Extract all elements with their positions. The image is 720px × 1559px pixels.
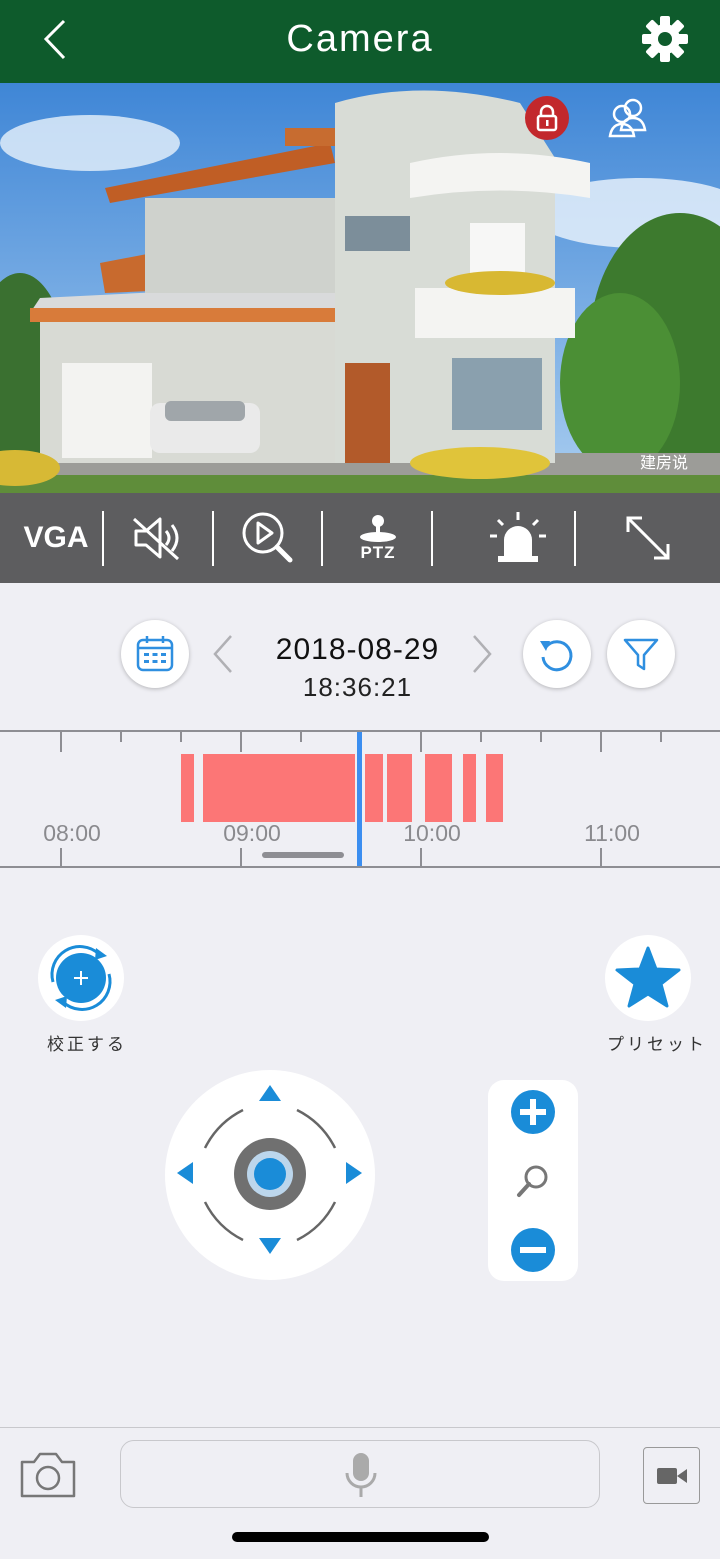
arrow-down-icon[interactable] bbox=[258, 1236, 282, 1256]
timeline-tick bbox=[540, 732, 542, 742]
calibrate-icon bbox=[50, 945, 112, 1011]
camera-toolbar: VGA PTZ bbox=[0, 493, 720, 583]
magnifier-icon bbox=[517, 1165, 548, 1197]
users-icon bbox=[608, 98, 647, 138]
timeline-tick bbox=[240, 848, 242, 868]
recording-timeline[interactable]: 08:00 09:00 10:00 11:00 bbox=[0, 730, 720, 868]
recording-segment[interactable] bbox=[181, 754, 194, 822]
refresh-icon bbox=[540, 640, 573, 672]
playback-time: 18:36:21 bbox=[302, 672, 413, 702]
zoom-in-button[interactable] bbox=[510, 1089, 556, 1140]
fullscreen-button[interactable] bbox=[600, 493, 696, 583]
recording-segment[interactable] bbox=[486, 754, 503, 822]
toolbar-divider bbox=[321, 511, 323, 566]
plus-icon bbox=[511, 1090, 555, 1134]
timeline-tick bbox=[120, 732, 122, 742]
chevron-right-icon bbox=[473, 635, 492, 673]
recording-segment[interactable] bbox=[365, 754, 383, 822]
timeline-label: 10:00 bbox=[403, 820, 461, 846]
timeline-tick bbox=[300, 732, 302, 742]
ptz-button[interactable]: PTZ bbox=[330, 493, 426, 583]
timeline-label: 11:00 bbox=[584, 820, 640, 846]
timeline-tick bbox=[240, 732, 242, 752]
filter-icon bbox=[623, 638, 659, 671]
mute-button[interactable] bbox=[110, 493, 206, 583]
timeline-tick bbox=[660, 732, 662, 742]
lock-icon bbox=[536, 104, 558, 132]
toolbar-divider bbox=[431, 511, 433, 566]
timeline-tick bbox=[60, 732, 62, 752]
playback-date: 2018-08-29 bbox=[275, 633, 440, 666]
back-button[interactable] bbox=[30, 12, 85, 67]
toolbar-divider bbox=[212, 511, 214, 566]
home-indicator bbox=[232, 1532, 489, 1542]
gear-icon bbox=[642, 16, 688, 62]
talk-button[interactable] bbox=[120, 1440, 600, 1508]
filter-button[interactable] bbox=[607, 620, 675, 688]
timeline-tick bbox=[420, 732, 422, 752]
star-icon bbox=[615, 946, 681, 1008]
toolbar-divider bbox=[574, 511, 576, 566]
snapshot-button[interactable] bbox=[18, 1448, 78, 1505]
camera-icon bbox=[20, 1452, 76, 1498]
scroll-handle[interactable] bbox=[262, 852, 344, 858]
recording-segment[interactable] bbox=[425, 754, 452, 822]
recording-segment[interactable] bbox=[203, 754, 355, 822]
house-image bbox=[0, 83, 720, 493]
recording-segment[interactable] bbox=[463, 754, 476, 822]
timeline-tick bbox=[600, 848, 602, 868]
calibrate-button[interactable] bbox=[38, 935, 124, 1021]
page-title: Camera bbox=[286, 18, 434, 60]
alarm-button[interactable] bbox=[470, 493, 566, 583]
timeline-tick bbox=[60, 848, 62, 868]
zoom-indicator bbox=[514, 1162, 552, 1205]
calendar-button[interactable] bbox=[121, 620, 189, 688]
arrow-up-icon[interactable] bbox=[258, 1083, 282, 1103]
zoom-panel bbox=[488, 1080, 578, 1281]
siren-icon bbox=[490, 512, 546, 562]
calendar-icon bbox=[136, 636, 174, 672]
users-button[interactable] bbox=[605, 96, 651, 140]
preset-label: プリセット bbox=[607, 1035, 707, 1054]
speaker-muted-icon bbox=[132, 517, 180, 561]
refresh-button[interactable] bbox=[523, 620, 591, 688]
timeline-tick bbox=[180, 732, 182, 742]
joystick-icon bbox=[360, 515, 396, 542]
record-video-button[interactable] bbox=[643, 1447, 700, 1504]
playhead[interactable] bbox=[357, 732, 362, 866]
settings-button[interactable] bbox=[636, 10, 694, 68]
toolbar-divider bbox=[102, 511, 104, 566]
playback-search-button[interactable] bbox=[220, 493, 316, 583]
timeline-tick bbox=[420, 848, 422, 868]
ptz-label: PTZ bbox=[360, 543, 396, 562]
minus-icon bbox=[511, 1228, 555, 1272]
resolution-button[interactable]: VGA bbox=[20, 493, 92, 583]
next-day-button[interactable] bbox=[468, 632, 498, 676]
timeline-label: 09:00 bbox=[223, 820, 281, 846]
timeline-label: 08:00 bbox=[43, 820, 101, 846]
video-camera-icon bbox=[656, 1467, 687, 1484]
play-search-icon bbox=[242, 512, 293, 563]
recording-segment[interactable] bbox=[387, 754, 412, 822]
zoom-out-button[interactable] bbox=[510, 1227, 556, 1278]
calibrate-label: 校正する bbox=[47, 1035, 127, 1054]
preset-button[interactable] bbox=[605, 935, 691, 1021]
camera-live-view[interactable]: 建房说 bbox=[0, 83, 720, 493]
microphone-icon bbox=[345, 1453, 377, 1497]
timeline-tick bbox=[600, 732, 602, 752]
direction-pad[interactable] bbox=[165, 1070, 375, 1280]
lock-button[interactable] bbox=[525, 96, 569, 140]
resolution-label: VGA bbox=[23, 521, 89, 554]
chevron-left-icon bbox=[43, 19, 66, 60]
arrow-left-icon[interactable] bbox=[175, 1161, 195, 1185]
expand-icon bbox=[626, 516, 670, 560]
arrow-right-icon[interactable] bbox=[344, 1161, 364, 1185]
timeline-tick bbox=[480, 732, 482, 742]
watermark: 建房说 bbox=[640, 455, 689, 472]
